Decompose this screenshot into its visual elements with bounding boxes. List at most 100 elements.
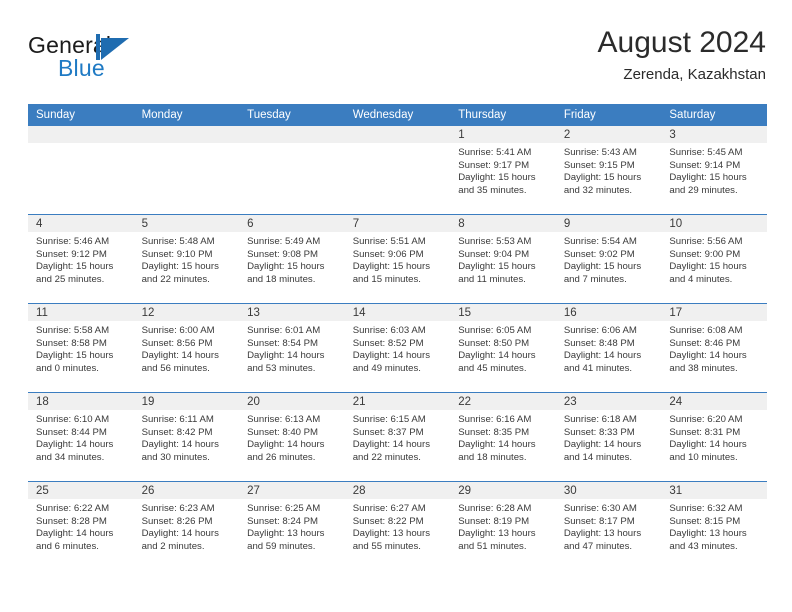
daylight-text: Daylight: 13 hours and 47 minutes. [563, 528, 642, 552]
sunset-text: Sunset: 8:22 PM [352, 515, 424, 527]
day-cell[interactable]: 21 Sunrise: 6:15 AM Sunset: 8:37 PM Dayligh… [344, 393, 451, 481]
day-number: 3 [661, 126, 767, 143]
day-cell[interactable]: 3 Sunrise: 5:45 AM Sunset: 9:14 PM Daylight… [661, 126, 767, 214]
sunset-text: Sunset: 8:42 PM [141, 426, 213, 438]
day-cell[interactable]: 29 Sunrise: 6:28 AM Sunset: 8:19 PM Dayligh… [450, 482, 556, 570]
day-details: Sunrise: 5:41 AM Sunset: 9:17 PM Daylight:… [450, 143, 556, 197]
calendar-day-cell: 23 Sunrise: 6:18 AM Sunset: 8:33 PM Dayligh… [555, 392, 662, 482]
day-number: 22 [450, 393, 556, 410]
general-blue-logo[interactable]: General Blue [28, 32, 258, 90]
day-cell[interactable]: 24 Sunrise: 6:20 AM Sunset: 8:31 PM Dayligh… [661, 393, 767, 481]
weekday-header-friday: Friday [555, 104, 662, 126]
day-cell[interactable]: 4 Sunrise: 5:46 AM Sunset: 9:12 PM Daylight… [28, 215, 134, 303]
day-cell[interactable]: 19 Sunrise: 6:11 AM Sunset: 8:42 PM Dayligh… [133, 393, 240, 481]
day-details: Sunrise: 6:10 AM Sunset: 8:44 PM Daylight:… [28, 410, 134, 464]
day-number: 21 [344, 393, 451, 410]
sunset-text: Sunset: 9:00 PM [669, 248, 741, 260]
day-number: 30 [555, 482, 662, 499]
day-details: Sunrise: 6:05 AM Sunset: 8:50 PM Daylight:… [450, 321, 556, 375]
calendar-day-cell: 16 Sunrise: 6:06 AM Sunset: 8:48 PM Dayligh… [555, 303, 662, 393]
day-cell[interactable]: 9 Sunrise: 5:54 AM Sunset: 9:02 PM Daylight… [555, 215, 662, 303]
day-number: 27 [239, 482, 345, 499]
day-cell[interactable]: 14 Sunrise: 6:03 AM Sunset: 8:52 PM Dayligh… [344, 304, 451, 392]
day-cell[interactable]: 1 Sunrise: 5:41 AM Sunset: 9:17 PM Daylight… [450, 126, 556, 214]
sunset-text: Sunset: 9:14 PM [669, 159, 741, 171]
sunrise-text: Sunrise: 6:05 AM [458, 325, 532, 336]
empty-day-cell [28, 126, 134, 214]
day-cell[interactable]: 10 Sunrise: 5:56 AM Sunset: 9:00 PM Dayligh… [661, 215, 767, 303]
sunset-text: Sunset: 9:12 PM [36, 248, 107, 260]
weekday-header-saturday: Saturday [661, 104, 767, 126]
day-cell[interactable]: 27 Sunrise: 6:25 AM Sunset: 8:24 PM Dayligh… [239, 482, 345, 570]
day-cell[interactable]: 18 Sunrise: 6:10 AM Sunset: 8:44 PM Dayligh… [28, 393, 134, 481]
day-details: Sunrise: 6:03 AM Sunset: 8:52 PM Daylight:… [345, 321, 451, 375]
daylight-text: Daylight: 14 hours and 30 minutes. [141, 439, 219, 463]
sunrise-text: Sunrise: 5:56 AM [669, 236, 743, 247]
day-cell[interactable]: 13 Sunrise: 6:01 AM Sunset: 8:54 PM Dayligh… [239, 304, 345, 392]
day-cell[interactable]: 26 Sunrise: 6:23 AM Sunset: 8:26 PM Dayligh… [133, 482, 240, 570]
daylight-text: Daylight: 15 hours and 11 minutes. [458, 261, 536, 285]
calendar-day-cell: 30 Sunrise: 6:30 AM Sunset: 8:17 PM Dayligh… [555, 481, 662, 570]
day-number: 4 [28, 215, 134, 232]
day-number: 25 [28, 482, 134, 499]
day-cell[interactable]: 22 Sunrise: 6:16 AM Sunset: 8:35 PM Dayligh… [450, 393, 556, 481]
sunrise-text: Sunrise: 5:58 AM [36, 325, 110, 336]
calendar-day-cell: 20 Sunrise: 6:13 AM Sunset: 8:40 PM Dayligh… [239, 392, 345, 482]
sunrise-text: Sunrise: 6:25 AM [247, 503, 321, 514]
sunset-text: Sunset: 8:31 PM [669, 426, 741, 438]
calendar-day-cell: 13 Sunrise: 6:01 AM Sunset: 8:54 PM Dayligh… [239, 303, 345, 393]
day-cell[interactable]: 23 Sunrise: 6:18 AM Sunset: 8:33 PM Dayligh… [555, 393, 662, 481]
daylight-text: Daylight: 15 hours and 32 minutes. [563, 172, 642, 196]
title-block: August 2024 Zerenda, Kazakhstan [598, 24, 766, 86]
daylight-text: Daylight: 15 hours and 4 minutes. [669, 261, 747, 285]
sunrise-text: Sunrise: 6:18 AM [563, 414, 637, 425]
calendar-day-cell: 28 Sunrise: 6:27 AM Sunset: 8:22 PM Dayligh… [344, 481, 451, 570]
calendar-day-cell: 1 Sunrise: 5:41 AM Sunset: 9:17 PM Daylight… [450, 126, 556, 215]
sunrise-text: Sunrise: 6:28 AM [458, 503, 532, 514]
calendar-day-cell: 3 Sunrise: 5:45 AM Sunset: 9:14 PM Daylight… [661, 126, 767, 215]
logo-text-blue: Blue [58, 55, 105, 81]
sunrise-text: Sunrise: 5:46 AM [36, 236, 110, 247]
day-cell[interactable]: 8 Sunrise: 5:53 AM Sunset: 9:04 PM Daylight… [450, 215, 556, 303]
calendar-day-cell: 5 Sunrise: 5:48 AM Sunset: 9:10 PM Daylight… [133, 214, 240, 304]
empty-day-cell [239, 126, 345, 214]
daylight-text: Daylight: 13 hours and 59 minutes. [247, 528, 325, 552]
day-cell[interactable]: 12 Sunrise: 6:00 AM Sunset: 8:56 PM Dayligh… [133, 304, 240, 392]
daylight-text: Daylight: 14 hours and 56 minutes. [141, 350, 219, 374]
day-cell[interactable]: 28 Sunrise: 6:27 AM Sunset: 8:22 PM Dayligh… [344, 482, 451, 570]
sunset-text: Sunset: 8:54 PM [247, 337, 319, 349]
daylight-text: Daylight: 15 hours and 35 minutes. [458, 172, 536, 196]
day-number: 24 [661, 393, 767, 410]
weekday-header-sunday: Sunday [28, 104, 134, 126]
calendar-day-cell: 22 Sunrise: 6:16 AM Sunset: 8:35 PM Dayligh… [450, 392, 556, 482]
day-number [28, 126, 134, 143]
sunrise-text: Sunrise: 5:43 AM [563, 147, 637, 158]
sunrise-text: Sunrise: 6:30 AM [563, 503, 637, 514]
calendar-day-cell: 11 Sunrise: 5:58 AM Sunset: 8:58 PM Dayligh… [28, 303, 134, 393]
day-cell[interactable]: 17 Sunrise: 6:08 AM Sunset: 8:46 PM Dayligh… [661, 304, 767, 392]
day-number: 23 [555, 393, 662, 410]
day-cell[interactable]: 5 Sunrise: 5:48 AM Sunset: 9:10 PM Daylight… [133, 215, 240, 303]
sunset-text: Sunset: 8:50 PM [458, 337, 530, 349]
day-cell[interactable]: 20 Sunrise: 6:13 AM Sunset: 8:40 PM Dayligh… [239, 393, 345, 481]
day-cell[interactable]: 7 Sunrise: 5:51 AM Sunset: 9:06 PM Daylight… [344, 215, 451, 303]
sunset-text: Sunset: 9:08 PM [247, 248, 319, 260]
calendar-week-row: 4 Sunrise: 5:46 AM Sunset: 9:12 PM Daylight… [28, 214, 767, 304]
day-cell[interactable]: 6 Sunrise: 5:49 AM Sunset: 9:08 PM Daylight… [239, 215, 345, 303]
day-cell[interactable]: 2 Sunrise: 5:43 AM Sunset: 9:15 PM Daylight… [555, 126, 662, 214]
day-cell[interactable]: 15 Sunrise: 6:05 AM Sunset: 8:50 PM Dayligh… [450, 304, 556, 392]
day-cell[interactable]: 25 Sunrise: 6:22 AM Sunset: 8:28 PM Dayligh… [28, 482, 134, 570]
sunset-text: Sunset: 9:04 PM [458, 248, 530, 260]
day-details: Sunrise: 6:16 AM Sunset: 8:35 PM Daylight:… [450, 410, 556, 464]
sunrise-text: Sunrise: 6:22 AM [36, 503, 110, 514]
weekday-header-row: Sunday Monday Tuesday Wednesday Thursday Frid… [28, 104, 767, 126]
empty-day-cell [133, 126, 240, 214]
sunrise-text: Sunrise: 6:13 AM [247, 414, 321, 425]
sunset-text: Sunset: 9:17 PM [458, 159, 530, 171]
day-cell[interactable]: 16 Sunrise: 6:06 AM Sunset: 8:48 PM Dayligh… [555, 304, 662, 392]
day-cell[interactable]: 31 Sunrise: 6:32 AM Sunset: 8:15 PM Dayligh… [661, 482, 767, 570]
day-details: Sunrise: 5:49 AM Sunset: 9:08 PM Daylight:… [239, 232, 345, 286]
sunrise-text: Sunrise: 6:10 AM [36, 414, 110, 425]
day-cell[interactable]: 11 Sunrise: 5:58 AM Sunset: 8:58 PM Dayligh… [28, 304, 134, 392]
day-cell[interactable]: 30 Sunrise: 6:30 AM Sunset: 8:17 PM Dayligh… [555, 482, 662, 570]
